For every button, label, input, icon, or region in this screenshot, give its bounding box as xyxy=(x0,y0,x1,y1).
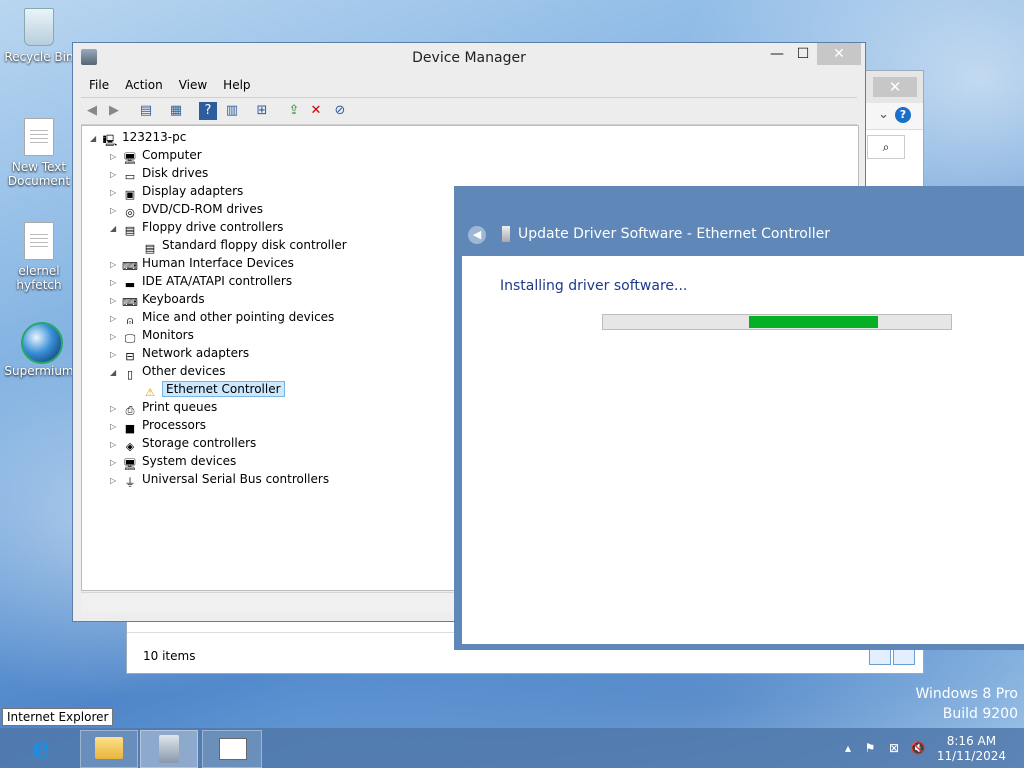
explorer-close-button[interactable]: ✕ xyxy=(873,77,917,97)
supermium-browser-icon xyxy=(21,322,63,364)
text-file-icon xyxy=(24,222,54,260)
close-button[interactable]: ✕ xyxy=(817,43,861,65)
help-icon[interactable]: ? xyxy=(895,107,911,123)
system-tray: ▴ ⚑ ⊠ 🔇 8:16 AM 11/11/2024 xyxy=(834,728,1024,768)
tree-item-display-adapters[interactable]: ▷ ▣ Display adapters xyxy=(110,182,243,201)
watermark-build: Build 9200 xyxy=(942,706,1018,722)
progress-bar xyxy=(602,314,952,330)
collapse-arrow-icon[interactable]: ◢ xyxy=(110,364,122,382)
desktop-icon-supermium[interactable]: Supermium xyxy=(4,322,74,378)
tree-item-computer[interactable]: ▷ 🖥 Computer xyxy=(110,146,202,165)
usb-icon: ⏚ xyxy=(124,476,136,489)
tree-item-human-interface-devices[interactable]: ▷ ⌨ Human Interface Devices xyxy=(110,254,294,273)
show-hide-console-tree-icon[interactable]: ▤ xyxy=(137,102,155,120)
clock-date: 11/11/2024 xyxy=(936,749,1006,763)
tree-root[interactable]: ◢ 🖳 123213-pc xyxy=(90,128,186,148)
maximize-button[interactable]: ☐ xyxy=(789,43,817,65)
desktop-icon-label: Recycle Bin xyxy=(4,50,74,64)
taskbar-internet-explorer[interactable]: e xyxy=(22,730,74,766)
menu-file[interactable]: File xyxy=(89,75,109,95)
desktop-icon-recycle-bin[interactable]: Recycle Bin xyxy=(4,8,74,64)
clock[interactable]: 8:16 AM 11/11/2024 xyxy=(937,734,1006,764)
tree-item-print-queues[interactable]: ▷ ⎙ Print queues xyxy=(110,398,217,417)
update-driver-icon[interactable]: ⇪ xyxy=(285,102,303,120)
tree-item-storage-controllers[interactable]: ▷ ◈ Storage controllers xyxy=(110,434,256,453)
uninstall-device-icon[interactable]: ✕ xyxy=(307,102,325,120)
forward-arrow-icon[interactable]: ▶ xyxy=(105,102,123,120)
collapse-arrow-icon[interactable]: ◢ xyxy=(90,130,102,148)
device-manager-titlebar[interactable]: Device Manager — ☐ ✕ xyxy=(73,43,865,73)
tree-item-other-devices[interactable]: ◢ ▯ Other devices xyxy=(110,362,226,382)
progress-marquee xyxy=(749,316,878,328)
search-icon[interactable]: ⌕ xyxy=(867,135,905,159)
clock-time: 8:16 AM xyxy=(946,734,997,748)
taskbar-device-manager[interactable] xyxy=(140,730,198,768)
menu-bar: File Action View Help xyxy=(81,75,857,95)
menu-action[interactable]: Action xyxy=(125,75,163,95)
tree-item-monitors[interactable]: ▷ 🖵 Monitors xyxy=(110,326,194,345)
desktop-icon-new-text-document[interactable]: New Text Document xyxy=(4,118,74,188)
tree-item-disk-drives[interactable]: ▷ ▭ Disk drives xyxy=(110,164,208,183)
tree-item-dvd-cd-rom-drives[interactable]: ▷ ◎ DVD/CD-ROM drives xyxy=(110,200,263,219)
desktop-icon-label: Supermium xyxy=(4,364,74,378)
tree-item-ethernet-controller[interactable]: ⚠ Ethernet Controller xyxy=(130,380,285,399)
folder-icon xyxy=(95,737,123,759)
action-center-flag-icon[interactable]: ⚑ xyxy=(862,740,878,756)
tree-item-standard-floppy-disk-controller[interactable]: ▤ Standard floppy disk controller xyxy=(130,236,347,255)
minimize-button[interactable]: — xyxy=(763,43,791,65)
device-manager-icon xyxy=(159,735,179,763)
internet-explorer-icon: e xyxy=(32,731,50,764)
back-arrow-icon[interactable]: ◀ xyxy=(83,102,101,120)
update-driver-content: Installing driver software... xyxy=(462,256,1024,644)
text-file-icon xyxy=(24,118,54,156)
taskbar-tooltip: Internet Explorer xyxy=(2,708,114,726)
window-title: Device Manager xyxy=(412,50,526,66)
update-driver-dialog[interactable]: ◀ Update Driver Software - Ethernet Cont… xyxy=(454,186,1024,650)
collapse-arrow-icon[interactable]: ◢ xyxy=(110,220,122,238)
windows-watermark: Windows 8 Pro Build 9200 xyxy=(915,684,1018,724)
update-driver-header: ◀ Update Driver Software - Ethernet Cont… xyxy=(454,186,1024,256)
tree-item-processors[interactable]: ▷ ■ Processors xyxy=(110,416,206,435)
expand-arrow-icon[interactable]: ▷ xyxy=(110,472,122,490)
volume-muted-icon[interactable]: 🔇 xyxy=(910,740,926,756)
device-icon xyxy=(502,226,510,242)
toolbar: ◀ ▶ ▤ ▦ ? ▥ ⊞ ⇪ ✕ ⊘ xyxy=(81,97,857,125)
tree-item-keyboards[interactable]: ▷ ⌨ Keyboards xyxy=(110,290,205,309)
action-pane-icon[interactable]: ▥ xyxy=(223,102,241,120)
disable-device-icon[interactable]: ⊘ xyxy=(331,102,349,120)
scan-hardware-changes-icon[interactable]: ⊞ xyxy=(253,102,271,120)
chevron-down-icon[interactable]: ⌄ xyxy=(878,107,889,122)
tree-item-universal-serial-bus-controllers[interactable]: ▷ ⏚ Universal Serial Bus controllers xyxy=(110,470,329,490)
taskbar-task-list[interactable] xyxy=(202,730,262,768)
taskbar-file-explorer[interactable] xyxy=(80,730,138,768)
menu-view[interactable]: View xyxy=(179,75,207,95)
item-count: 10 items xyxy=(143,649,196,663)
tree-item-mice-and-other-pointing-devices[interactable]: ▷ ⍝ Mice and other pointing devices xyxy=(110,308,334,327)
desktop-icon-elernel-hyfetch[interactable]: elernel hyfetch xyxy=(4,222,74,292)
large-icons-view-icon[interactable] xyxy=(893,649,915,665)
details-view-icon[interactable] xyxy=(869,649,891,665)
properties-icon[interactable]: ▦ xyxy=(167,102,185,120)
desktop-icon-label: New Text Document xyxy=(7,160,71,188)
back-arrow-icon[interactable]: ◀ xyxy=(468,226,486,244)
network-disconnected-icon[interactable]: ⊠ xyxy=(886,740,902,756)
watermark-edition: Windows 8 Pro xyxy=(915,686,1018,702)
desktop-icon-label: elernel hyfetch xyxy=(16,264,62,292)
show-hidden-icons-chevron-icon[interactable]: ▴ xyxy=(840,740,856,756)
list-window-icon xyxy=(219,738,247,760)
tree-item-floppy-drive-controllers[interactable]: ◢ ▤ Floppy drive controllers xyxy=(110,218,283,238)
recycle-bin-icon xyxy=(24,8,54,46)
view-switcher xyxy=(867,649,915,665)
tree-item-system-devices[interactable]: ▷ 🖥 System devices xyxy=(110,452,236,471)
installing-message: Installing driver software... xyxy=(500,278,688,294)
menu-help[interactable]: Help xyxy=(223,75,250,95)
tree-item-network-adapters[interactable]: ▷ ⊟ Network adapters xyxy=(110,344,249,363)
dialog-title: Update Driver Software - Ethernet Contro… xyxy=(518,226,830,242)
tree-item-ide-ata-atapi-controllers[interactable]: ▷ ▬ IDE ATA/ATAPI controllers xyxy=(110,272,292,291)
help-icon[interactable]: ? xyxy=(199,102,217,120)
